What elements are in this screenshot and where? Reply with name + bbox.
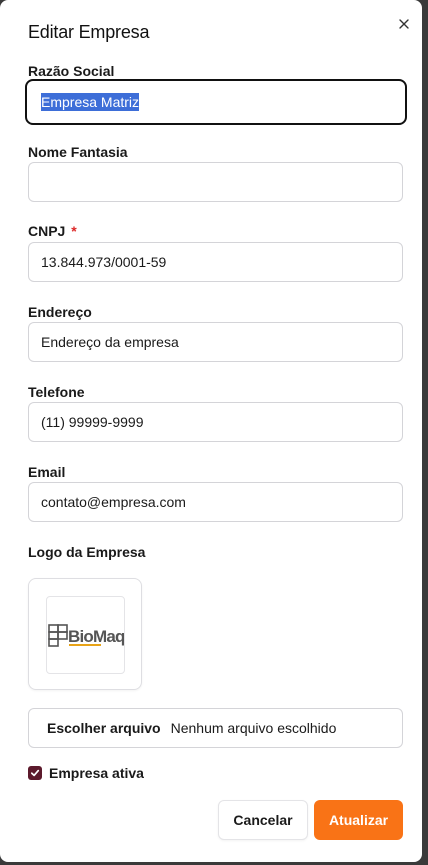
email-label: Email xyxy=(28,464,66,480)
telefone-value: (11) 99999-9999 xyxy=(41,414,144,430)
update-button[interactable]: Atualizar xyxy=(314,800,403,840)
required-mark: * xyxy=(71,223,77,239)
active-checkbox[interactable] xyxy=(28,766,42,780)
nome-fantasia-input[interactable] xyxy=(28,162,403,202)
telefone-input[interactable]: (11) 99999-9999 xyxy=(28,402,403,442)
check-icon xyxy=(30,769,40,777)
cnpj-value: 13.844.973/0001-59 xyxy=(41,254,167,270)
biomaq-logo: BioMaq xyxy=(48,624,126,647)
svg-text:BioMaq: BioMaq xyxy=(68,627,124,646)
cancel-button[interactable]: Cancelar xyxy=(218,800,308,840)
telefone-label: Telefone xyxy=(28,384,85,400)
logo-label: Logo da Empresa xyxy=(28,544,146,560)
logo-file-input[interactable]: Escolher arquivo Nenhum arquivo escolhid… xyxy=(28,708,403,748)
active-label: Empresa ativa xyxy=(49,765,144,781)
endereco-input[interactable]: Endereço da empresa xyxy=(28,322,403,362)
choose-file-button[interactable]: Escolher arquivo xyxy=(47,720,161,736)
logo-image: BioMaq xyxy=(46,596,126,674)
razao-social-input[interactable]: Empresa Matriz xyxy=(25,79,407,125)
cnpj-label-text: CNPJ xyxy=(28,223,66,239)
cnpj-label: CNPJ * xyxy=(28,223,77,239)
nome-fantasia-label: Nome Fantasia xyxy=(28,144,128,160)
cnpj-input[interactable]: 13.844.973/0001-59 xyxy=(28,242,403,282)
dialog-title: Editar Empresa xyxy=(28,22,150,42)
logo-preview: BioMaq xyxy=(28,578,142,690)
close-button[interactable] xyxy=(395,15,413,33)
razao-social-label: Razão Social xyxy=(28,63,115,79)
endereco-value: Endereço da empresa xyxy=(41,334,179,350)
active-row: Empresa ativa xyxy=(28,765,144,781)
razao-social-value: Empresa Matriz xyxy=(41,93,140,111)
edit-company-dialog: Editar Empresa Razão Social Empresa Matr… xyxy=(0,0,422,862)
endereco-label: Endereço xyxy=(28,304,92,320)
close-icon xyxy=(399,19,409,29)
file-status: Nenhum arquivo escolhido xyxy=(170,720,337,736)
email-value: contato@empresa.com xyxy=(41,494,186,510)
email-input[interactable]: contato@empresa.com xyxy=(28,482,403,522)
